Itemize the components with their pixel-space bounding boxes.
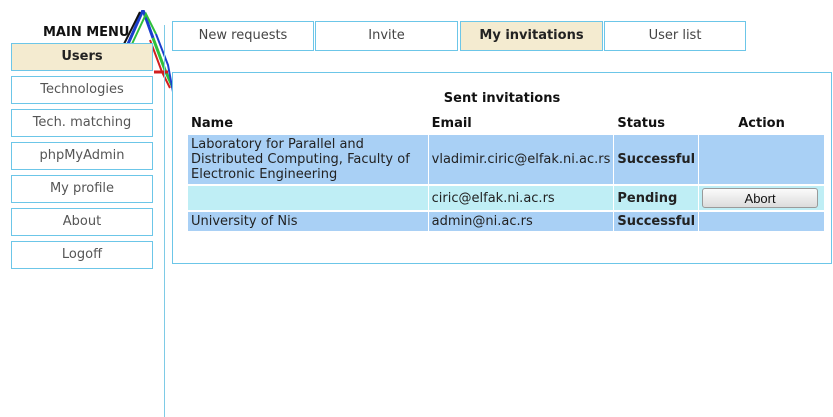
cell-name: University of Nis	[188, 212, 428, 231]
column-header-status: Status	[617, 115, 665, 131]
divider-line	[164, 25, 165, 417]
cell-action	[699, 135, 824, 184]
cell-email: admin@ni.ac.rs	[428, 212, 614, 231]
sent-invitations-panel: Sent invitations Name Email Status Actio…	[172, 72, 832, 264]
tab-user-list[interactable]: User list	[604, 21, 746, 51]
abort-button[interactable]: Abort	[702, 188, 819, 208]
status-pending: Pending	[614, 186, 699, 210]
menu-item-technologies[interactable]: Technologies	[11, 76, 153, 104]
cell-email: ciric@elfak.ni.ac.rs	[428, 186, 614, 210]
table-row: Laboratory for Parallel and Distributed …	[188, 135, 824, 184]
tab-my-invitations[interactable]: My invitations	[460, 21, 603, 51]
menu-item-my-profile[interactable]: My profile	[11, 175, 153, 203]
status-successful: Successful	[614, 212, 699, 231]
main-menu-title: MAIN MENU	[43, 25, 130, 40]
menu-item-about[interactable]: About	[11, 208, 153, 236]
cell-email: vladimir.ciric@elfak.ni.ac.rs	[428, 135, 614, 184]
status-successful: Successful	[614, 135, 699, 184]
column-header-email: Email	[431, 115, 472, 131]
invitations-table: Name Email Status Action Laboratory for …	[187, 111, 825, 233]
tab-new-requests[interactable]: New requests	[172, 21, 314, 51]
cell-name: Laboratory for Parallel and Distributed …	[188, 135, 428, 184]
cell-action: Abort	[699, 186, 824, 210]
cell-action	[699, 212, 824, 231]
cell-name	[188, 186, 428, 210]
menu-item-tech-matching[interactable]: Tech. matching	[11, 109, 153, 137]
menu-item-logoff[interactable]: Logoff	[11, 241, 153, 269]
table-row: ciric@elfak.ni.ac.rs Pending Abort	[188, 186, 824, 210]
column-header-name: Name	[191, 115, 234, 131]
menu-item-phpmyadmin[interactable]: phpMyAdmin	[11, 142, 153, 170]
main-menu: Users Technologies Tech. matching phpMyA…	[11, 43, 153, 274]
panel-title: Sent invitations	[443, 91, 561, 106]
table-row: University of Nis admin@ni.ac.rs Success…	[188, 212, 824, 231]
tab-invite[interactable]: Invite	[315, 21, 458, 51]
column-header-action: Action	[738, 115, 785, 131]
menu-item-users[interactable]: Users	[11, 43, 153, 71]
